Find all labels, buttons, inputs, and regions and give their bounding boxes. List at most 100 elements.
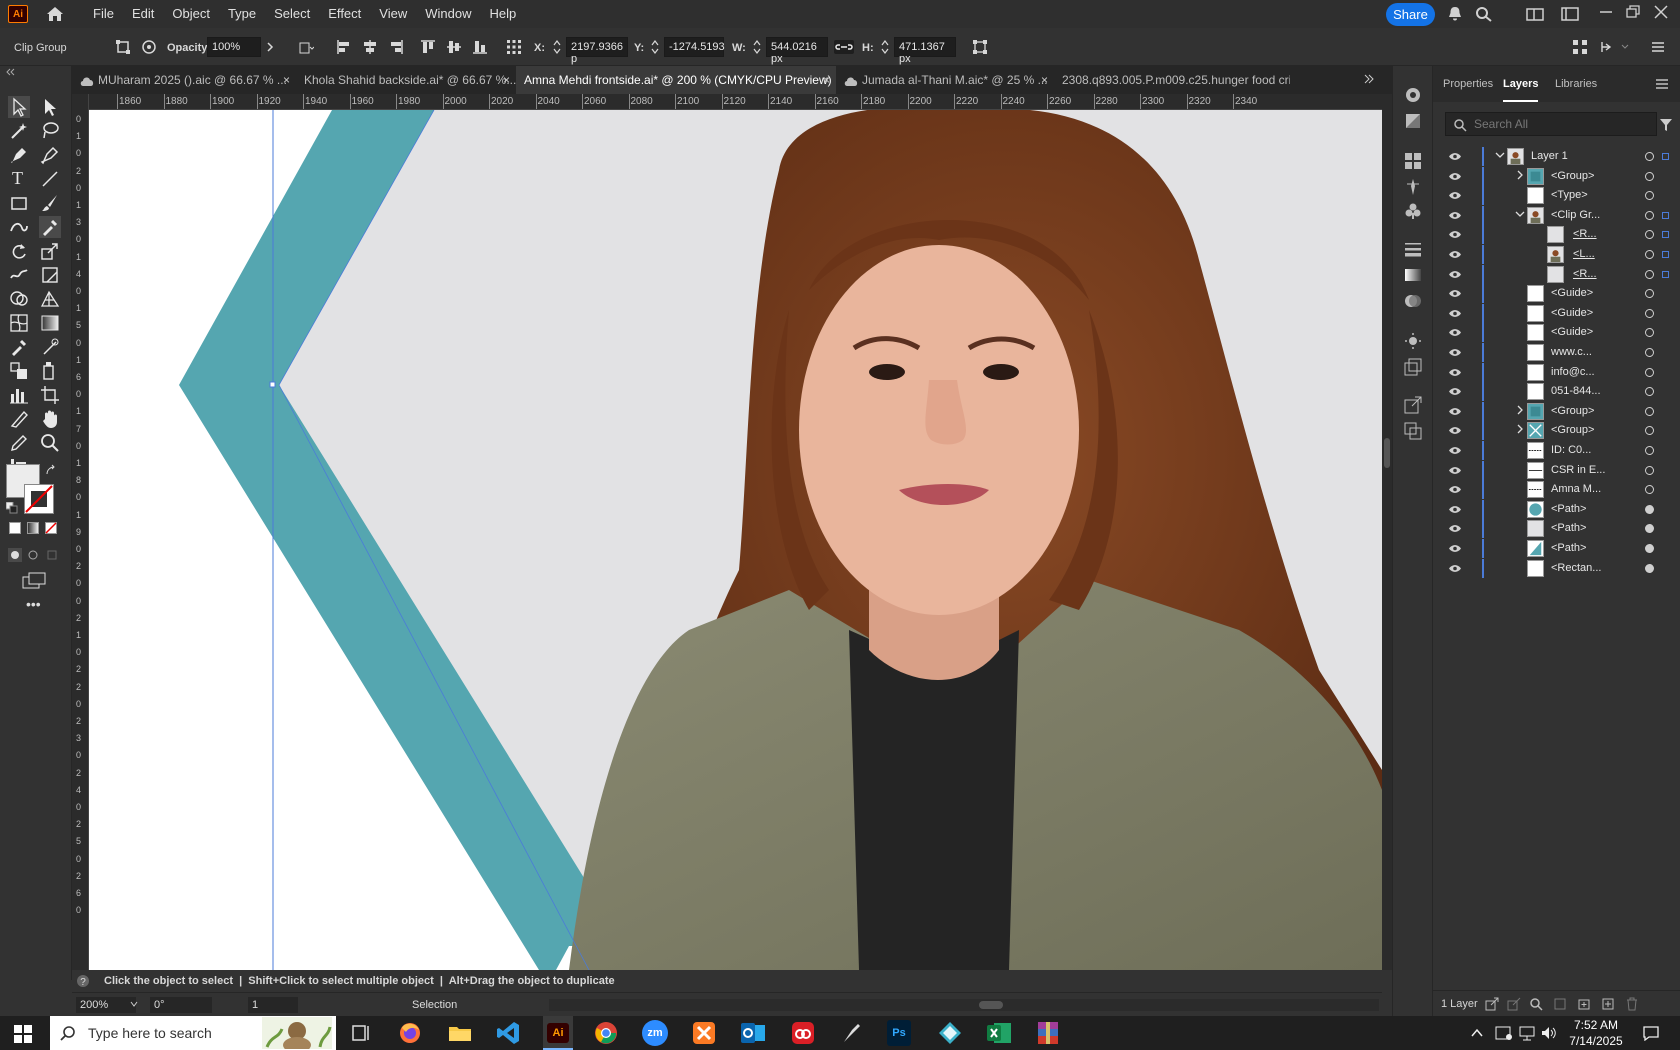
layer-name[interactable]: Layer 1 [1531,150,1568,162]
windows-start-icon[interactable] [14,1025,32,1043]
rectangle-tool-icon[interactable] [8,192,30,214]
canvas[interactable] [89,110,1382,970]
image-trace-icon[interactable] [1404,358,1422,376]
symbol-sprayer-icon[interactable] [39,360,61,382]
target-circle-icon[interactable] [1645,171,1654,181]
height-input[interactable]: 471.1367 px [894,37,956,65]
help-icon[interactable]: ? [76,974,90,988]
tab-close-icon[interactable]: × [503,66,510,94]
direct-selection-tool-icon[interactable] [39,96,61,118]
paintbrush-tool-icon[interactable] [39,192,61,214]
none-mode-icon[interactable] [45,522,57,534]
layer-row[interactable]: ID: C0... [1433,440,1680,461]
align-right-icon[interactable] [388,39,404,55]
artboards-panel-icon[interactable] [1404,422,1422,440]
onedrive-sync-icon[interactable] [1495,1024,1513,1042]
visibility-eye-icon[interactable] [1448,191,1462,200]
layer-row[interactable]: Amna M... [1433,479,1680,500]
zoom-tool-icon[interactable] [39,432,61,454]
panel-menu-icon[interactable] [1655,78,1669,90]
line-segment-tool-icon[interactable] [39,168,61,190]
stepper-h-icon[interactable] [880,39,890,55]
network-icon[interactable] [1518,1024,1536,1042]
align-top-icon[interactable] [420,39,436,55]
visibility-eye-icon[interactable] [1448,270,1462,279]
visibility-eye-icon[interactable] [1448,524,1462,533]
symbols-icon[interactable] [1404,202,1422,220]
minimize-icon[interactable] [1597,4,1615,20]
rotate-select[interactable]: 0° [150,997,212,1013]
visibility-eye-icon[interactable] [1448,152,1462,161]
layer-name[interactable]: <Guide> [1551,307,1593,319]
menu-view[interactable]: View [370,0,416,28]
selection-indicator[interactable] [1662,211,1669,219]
outlook-icon[interactable] [739,1020,767,1046]
layer-name[interactable]: <Group> [1551,424,1594,436]
width-input[interactable]: 544.0216 px [766,37,828,65]
file-explorer-icon[interactable] [446,1020,474,1046]
appearance-icon[interactable] [141,39,157,55]
visibility-eye-icon[interactable] [1448,466,1462,475]
target-circle-icon[interactable] [1645,387,1654,397]
layer-row[interactable]: Layer 1 [1433,146,1680,167]
artboard-tool-icon[interactable] [39,384,61,406]
selection-indicator[interactable] [1662,270,1669,278]
gradient-panel-icon[interactable] [1404,266,1422,284]
layer-row[interactable]: <R... [1433,264,1680,285]
target-circle-icon[interactable] [1645,328,1654,338]
visibility-eye-icon[interactable] [1448,172,1462,181]
hand-tool-icon[interactable] [39,408,61,430]
excel-icon[interactable] [985,1020,1013,1046]
screen-mode-icon[interactable] [22,572,46,590]
gradient-mode-icon[interactable] [27,522,39,534]
layer-name[interactable]: www.c... [1551,346,1592,358]
layer-row[interactable]: 051-844... [1433,381,1680,402]
shaper-tool-icon[interactable] [8,216,30,238]
target-circle-icon[interactable] [1645,230,1654,240]
target-circle-icon[interactable] [1645,348,1654,357]
color-mode-icon[interactable] [9,522,21,534]
target-circle-icon[interactable] [1645,269,1654,279]
slice-tool-icon[interactable] [8,408,30,430]
color-guide-icon[interactable] [1404,332,1422,350]
visibility-eye-icon[interactable] [1448,368,1462,377]
magic-wand-icon[interactable] [8,120,30,142]
taskbar-search[interactable]: Type here to search [50,1016,336,1050]
measure-icon[interactable] [39,336,61,358]
scale-tool-icon[interactable] [39,240,61,262]
share-button[interactable]: Share [1386,3,1435,26]
visibility-eye-icon[interactable] [1448,544,1462,553]
pen-tool-icon[interactable] [8,144,30,166]
zoom-select[interactable]: 200% [76,997,136,1013]
export-icon[interactable] [1404,396,1422,414]
layer-row[interactable]: <Guide> [1433,322,1680,343]
perspective-grid-icon[interactable] [39,288,61,310]
layer-name[interactable]: <L... [1573,248,1595,260]
tab-libraries[interactable]: Libraries [1555,78,1597,90]
xampp-icon[interactable] [690,1020,718,1046]
stepper-x-icon[interactable] [552,39,562,55]
more-tools-icon[interactable]: ••• [26,596,41,612]
creative-cloud-icon[interactable] [789,1020,817,1046]
layer-row[interactable]: www.c... [1433,342,1680,363]
target-circle-icon[interactable] [1645,426,1654,436]
tab-close-icon[interactable]: × [823,66,830,94]
horizontal-scroll-thumb[interactable] [979,1001,1003,1009]
shape-builder-icon[interactable] [8,288,30,310]
clock-date[interactable]: 7/14/2025 [1564,1034,1628,1048]
anchor-point[interactable] [269,381,276,388]
restore-icon[interactable] [1624,4,1642,20]
horizontal-ruler[interactable]: 1860 1880 1900 1920 1940 1960 1980 2000 2020 2040… [89,94,1382,110]
make-clipping-mask-icon[interactable] [1553,997,1567,1011]
chevron-right-icon[interactable] [262,39,278,55]
layer-name[interactable]: <R... [1573,268,1597,280]
menu-effect[interactable]: Effect [319,0,370,28]
search-layer-icon[interactable] [1529,997,1543,1011]
target-circle-icon[interactable] [1645,250,1654,259]
visibility-eye-icon[interactable] [1448,309,1462,318]
target-circle-icon[interactable] [1645,563,1654,573]
layer-row[interactable]: <Guide> [1433,303,1680,324]
locate-object-icon[interactable] [1507,997,1521,1011]
curvature-tool-icon[interactable] [39,144,61,166]
artboard-select[interactable]: 1 [248,997,298,1013]
